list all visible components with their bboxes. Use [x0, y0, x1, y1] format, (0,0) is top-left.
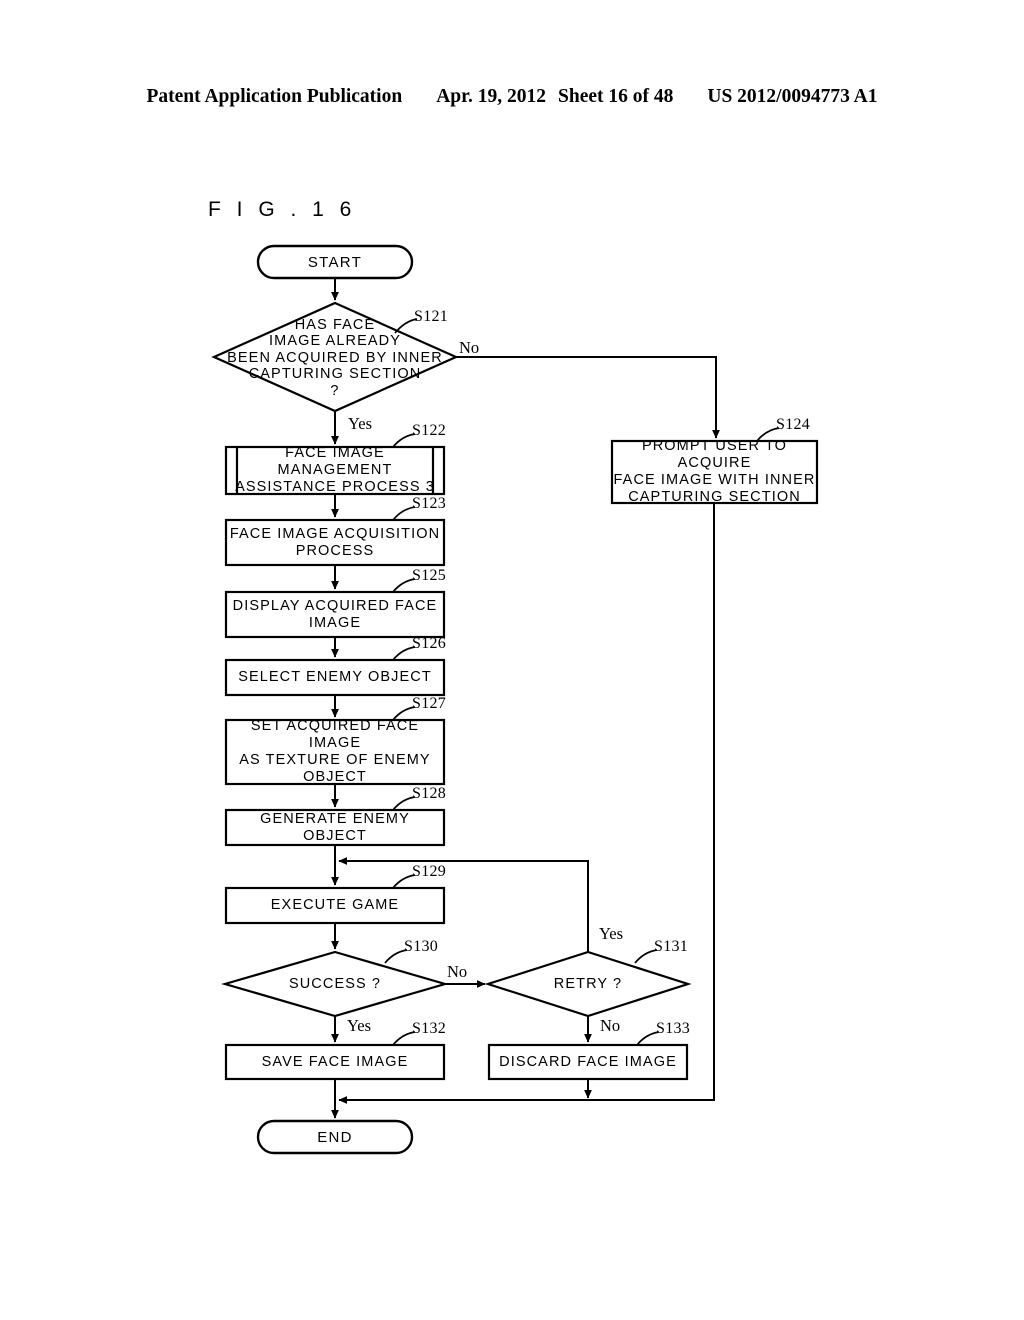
step-tag-s129: S129	[412, 863, 447, 880]
step-tag-s131: S131	[654, 938, 689, 955]
branch-label-s130-yes: Yes	[347, 1016, 372, 1035]
step-tag-s125: S125	[412, 567, 447, 584]
step-tag-leaders	[384, 318, 780, 1046]
step-tag-s128: S128	[412, 785, 447, 802]
step-tag-s123: S123	[412, 495, 447, 512]
step-tag-s127: S127	[412, 695, 447, 712]
step-tag-s124: S124	[776, 416, 811, 433]
branch-label-s131-yes: Yes	[599, 924, 624, 943]
step-tag-s126: S126	[412, 635, 447, 652]
flowchart-figure-16: START HAS FACE IMAGE ALREADY BEEN ACQUIR…	[0, 0, 1024, 1320]
step-tag-s121: S121	[414, 308, 449, 325]
step-tag-s132: S132	[412, 1020, 447, 1037]
branch-label-s131-no: No	[600, 1016, 621, 1035]
step-tag-s122: S122	[412, 422, 447, 439]
step-tag-s130: S130	[404, 938, 439, 955]
branch-label-s130-no: No	[447, 962, 468, 981]
branch-label-s121-yes: Yes	[348, 414, 373, 433]
step-tag-s133: S133	[656, 1020, 691, 1037]
branch-label-s121-no: No	[459, 338, 480, 357]
